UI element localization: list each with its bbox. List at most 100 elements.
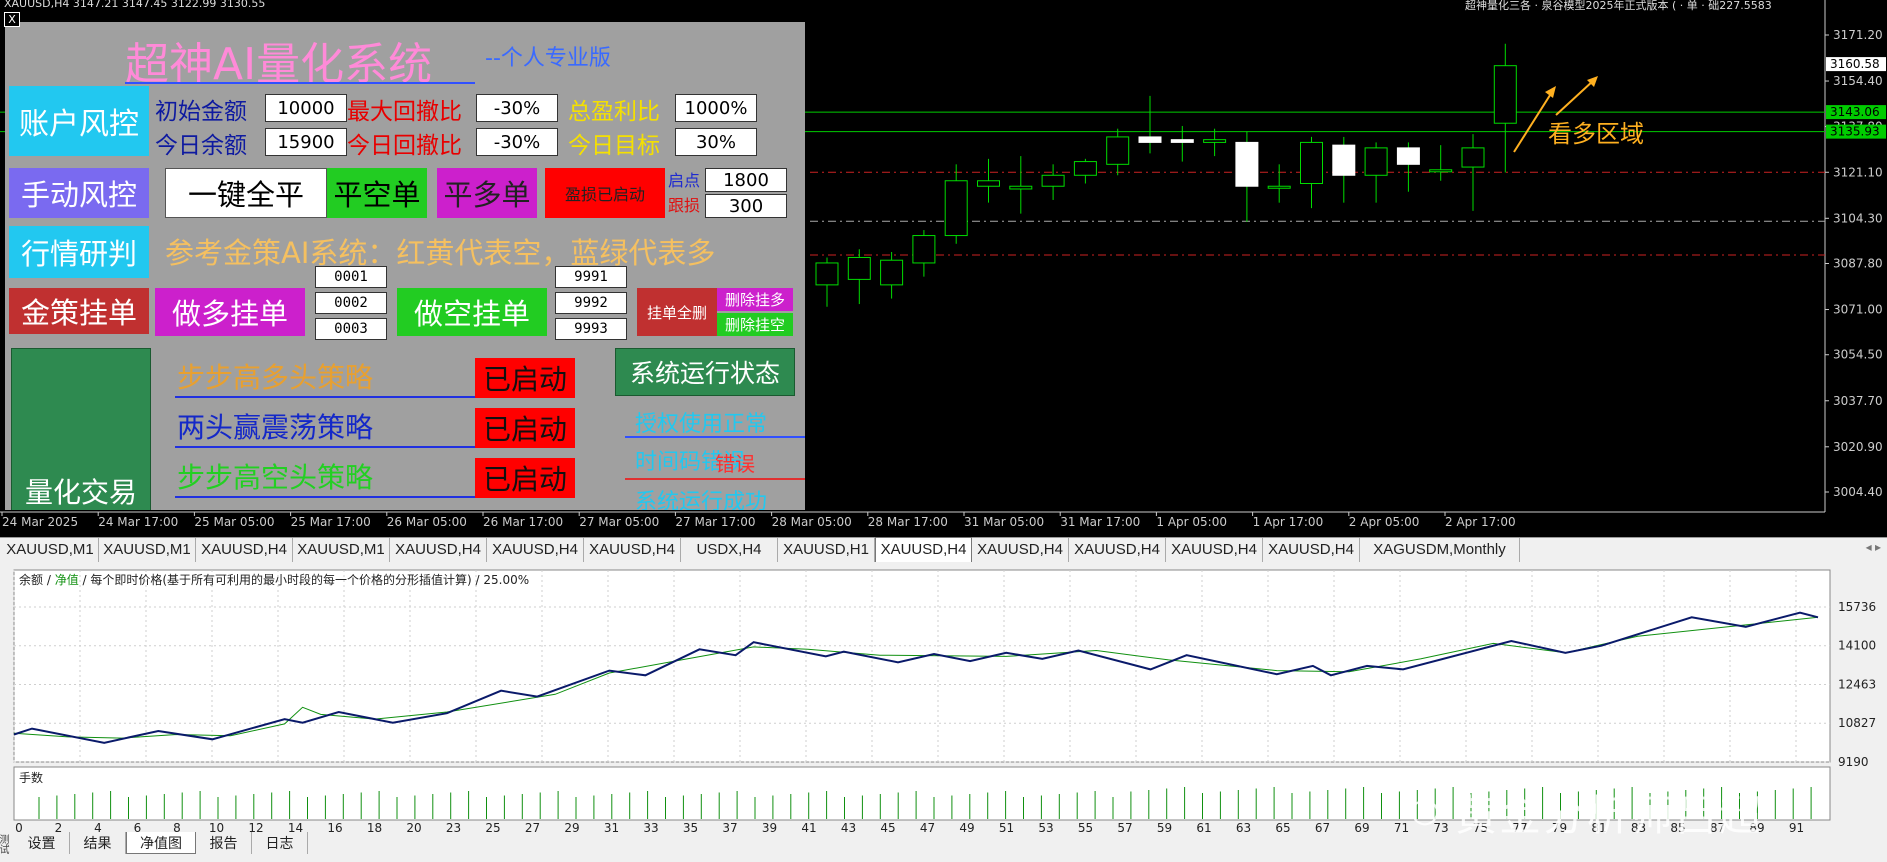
bullish-zone-label: 看多区域 xyxy=(1548,120,1644,148)
price-tick-label: 3154.40 xyxy=(1833,74,1883,88)
long-order-id-3[interactable]: 0003 xyxy=(315,318,387,340)
equity-x-tick: 51 xyxy=(999,821,1014,832)
chart-tab-10[interactable]: XAUUSD,H4 xyxy=(875,537,972,563)
run-status-text: 系统运行成功 xyxy=(635,490,768,510)
chart-tab-14[interactable]: XAUUSD,H4 xyxy=(1263,538,1360,562)
strategy-tester-panel: 15736 14100 12463 10827 9190 余额 / 净值 / 每个即时价格… xyxy=(0,562,1887,862)
candle-body xyxy=(847,256,871,280)
long-order-id-2[interactable]: 0002 xyxy=(315,292,387,314)
close-panel-button[interactable]: X xyxy=(4,12,20,27)
candle-body xyxy=(1041,174,1065,187)
close-all-button[interactable]: 一键全平 xyxy=(165,168,327,218)
equity-x-tick: 14 xyxy=(288,821,303,832)
max-drawdown-field[interactable]: -30% xyxy=(476,94,558,122)
tester-tab-2[interactable]: 结果 xyxy=(70,832,126,854)
pending-orders-button[interactable]: 金策挂单 xyxy=(9,288,149,334)
candle-body xyxy=(880,259,904,286)
bullish-arrow-1 xyxy=(1513,91,1553,153)
candle-body xyxy=(1138,136,1162,143)
start-point-field[interactable]: 1800 xyxy=(705,168,787,192)
chart-tab-9[interactable]: XAUUSD,H1 xyxy=(778,538,875,562)
auth-underline xyxy=(625,436,805,438)
legend-balance: 余额 xyxy=(19,572,43,587)
equity-x-tick: 23 xyxy=(446,821,461,832)
system-status-button[interactable]: 系统运行状态 xyxy=(615,348,795,396)
candle-body xyxy=(1267,185,1291,189)
equity-x-tick: 35 xyxy=(683,821,698,832)
time-tick-label: 31 Mar 17:00 xyxy=(1060,515,1140,529)
chart-tab-1[interactable]: XAUUSD,M1 xyxy=(2,538,99,562)
candle-body xyxy=(1235,141,1259,187)
close-short-button[interactable]: 平空单 xyxy=(327,168,427,218)
chart-tab-2[interactable]: XAUUSD,M1 xyxy=(99,538,196,562)
tester-tab-4[interactable]: 报告 xyxy=(196,832,252,854)
tester-tab-5[interactable]: 日志 xyxy=(252,832,308,854)
candle-body xyxy=(1009,185,1033,190)
delete-long-pending-button[interactable]: 删除挂多 xyxy=(717,288,793,311)
strategy-name-3: 步步高空头策略 xyxy=(177,461,374,494)
price-tick-label: 3071.00 xyxy=(1833,303,1883,317)
today-drawdown-field[interactable]: -30% xyxy=(476,128,558,156)
price-tick-label: 3087.80 xyxy=(1833,257,1883,271)
auth-status-text: 授权使用正常 xyxy=(635,412,768,437)
candle-body xyxy=(1106,136,1130,165)
long-order-id-1[interactable]: 0001 xyxy=(315,266,387,288)
title-underline xyxy=(125,82,475,84)
candle-body xyxy=(944,180,968,237)
price-tick-label: 3171.20 xyxy=(1833,28,1883,42)
init-funds-field[interactable]: 10000 xyxy=(265,94,347,122)
tab-scroll-arrows[interactable]: ◂ ▸ xyxy=(1866,540,1881,554)
chart-tab-15[interactable]: XAGUSDM,Monthly xyxy=(1360,538,1520,562)
chart-tab-4[interactable]: XAUUSD,M1 xyxy=(293,538,390,562)
price-badge-label: 3160.58 xyxy=(1830,57,1880,71)
trailing-stop-button[interactable]: 盈损已启动 xyxy=(545,168,665,218)
candle-body xyxy=(1493,65,1517,124)
total-profit-label: 总盈利比 xyxy=(568,99,660,125)
chart-tab-3[interactable]: XAUUSD,H4 xyxy=(196,538,293,562)
strategy-status-2[interactable]: 已启动 xyxy=(475,408,575,448)
time-tick-label: 1 Apr 17:00 xyxy=(1253,515,1324,529)
time-tick-label: 24 Mar 2025 xyxy=(2,515,78,529)
delete-short-pending-button[interactable]: 删除挂空 xyxy=(717,313,793,336)
chart-tab-5[interactable]: XAUUSD,H4 xyxy=(390,538,487,562)
short-pending-button[interactable]: 做空挂单 xyxy=(397,288,547,336)
close-long-button[interactable]: 平多单 xyxy=(437,168,537,218)
price-tick-label: 3054.50 xyxy=(1833,348,1883,362)
time-tick-label: 25 Mar 05:00 xyxy=(194,515,274,529)
equity-x-tick: 6 xyxy=(134,821,142,832)
candle-body xyxy=(1332,144,1356,176)
time-tick-label: 24 Mar 17:00 xyxy=(98,515,178,529)
bullish-arrow-2 xyxy=(1555,79,1595,116)
quant-trading-button[interactable]: 量化交易 xyxy=(11,348,151,510)
equity-x-tick: 12 xyxy=(248,821,263,832)
short-order-id-1[interactable]: 9991 xyxy=(555,266,627,288)
short-order-id-3[interactable]: 9993 xyxy=(555,318,627,340)
chart-tab-6[interactable]: XAUUSD,H4 xyxy=(487,538,584,562)
candle-body xyxy=(977,180,1000,187)
tester-tab-3[interactable]: 净值图 xyxy=(126,832,196,854)
total-profit-field[interactable]: 1000% xyxy=(675,94,757,122)
chart-tab-7[interactable]: XAUUSD,H4 xyxy=(584,538,681,562)
long-pending-button[interactable]: 做多挂单 xyxy=(155,288,305,336)
chart-tab-13[interactable]: XAUUSD,H4 xyxy=(1166,538,1263,562)
trail-stop-field[interactable]: 300 xyxy=(705,194,787,218)
reference-note: 参考金策AI系统：红黄代表空，蓝绿代表多 xyxy=(165,236,716,270)
price-tick-label: 3004.40 xyxy=(1833,485,1883,499)
today-target-field[interactable]: 30% xyxy=(675,128,757,156)
short-order-id-2[interactable]: 9992 xyxy=(555,292,627,314)
strategy-status-1[interactable]: 已启动 xyxy=(475,358,575,398)
market-research-button[interactable]: 行情研判 xyxy=(9,226,149,278)
account-risk-button[interactable]: 账户风控 xyxy=(9,86,149,156)
chart-tab-8[interactable]: USDX,H4 xyxy=(681,538,778,562)
time-tick-label: 26 Mar 17:00 xyxy=(483,515,563,529)
today-balance-field[interactable]: 15900 xyxy=(265,128,347,156)
tester-tab-1[interactable]: 设置 xyxy=(14,832,70,854)
chart-tab-12[interactable]: XAUUSD,H4 xyxy=(1069,538,1166,562)
equity-x-tick: 37 xyxy=(722,821,737,832)
time-tick-label: 2 Apr 17:00 xyxy=(1445,515,1516,529)
manual-risk-button[interactable]: 手动风控 xyxy=(9,168,149,218)
strategy-status-3[interactable]: 已启动 xyxy=(475,458,575,498)
chart-tab-11[interactable]: XAUUSD,H4 xyxy=(972,538,1069,562)
delete-all-pending-button[interactable]: 挂单全删 xyxy=(637,288,717,336)
equity-x-tick: 91 xyxy=(1789,821,1804,832)
